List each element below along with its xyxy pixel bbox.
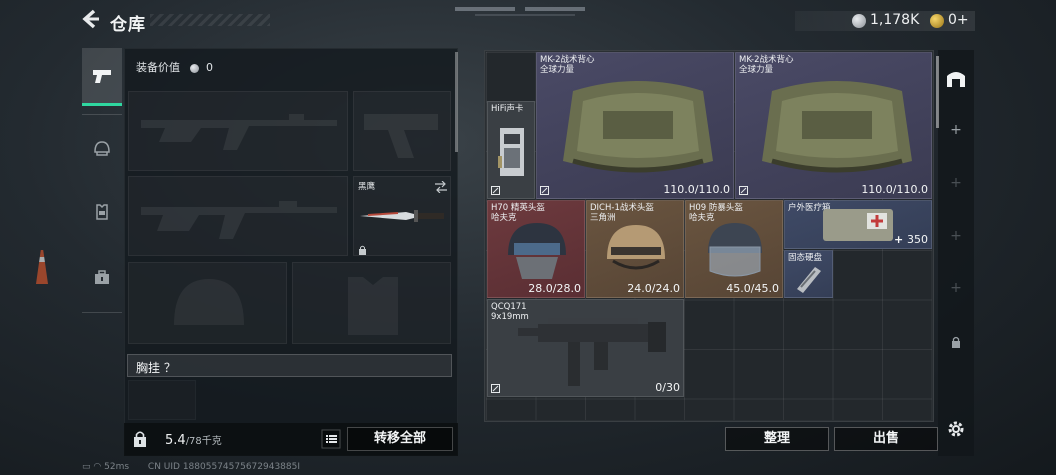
- weight-current: 5.4: [165, 433, 186, 448]
- silver-currency-value: 1,178K: [870, 12, 920, 28]
- add-storage-button[interactable]: +: [944, 276, 968, 300]
- page-title: 仓库: [110, 15, 146, 35]
- case-icon: [95, 270, 109, 284]
- tactical-vest-icon: [762, 81, 912, 173]
- item-corner-icon: [540, 186, 549, 195]
- melee-name: 黑鹰: [358, 182, 376, 192]
- rifle-silhouette-icon: [141, 114, 337, 150]
- tab-weapons[interactable]: [82, 48, 122, 106]
- helmet-icon: [607, 225, 665, 270]
- pistol-silhouette-icon: [364, 114, 438, 158]
- status-bar: ▭ ◠ 52ms CN UID 18805574575672943885I: [82, 462, 300, 472]
- transfer-all-button[interactable]: 转移全部: [347, 427, 453, 451]
- storage-item-smg[interactable]: QCQ171 9x19mm 0/30: [487, 299, 684, 397]
- storage-item-helmet[interactable]: H09 防暴头盔 哈夫克 45.0/45.0: [685, 200, 783, 298]
- battery-icon: ▭: [82, 462, 91, 472]
- locked-storage: [944, 330, 968, 354]
- combat-knife-icon: [360, 210, 444, 222]
- warehouse-icon: [947, 72, 965, 87]
- armor-slot[interactable]: [292, 262, 451, 344]
- storage-tab-main[interactable]: [944, 66, 968, 90]
- backpack-lock-icon: [134, 431, 146, 447]
- equipment-value-label: 装备价值: [136, 61, 180, 74]
- gear-icon: [948, 421, 964, 437]
- storage-item-helmet[interactable]: H70 精英头盔 哈夫克 28.0/28.0: [487, 200, 585, 298]
- helmet-icon: [508, 223, 566, 279]
- plus-icon: +: [950, 280, 962, 296]
- back-arrow-icon[interactable]: [80, 8, 102, 30]
- title-decoration: [150, 14, 270, 26]
- storage-item-medkit[interactable]: 户外医疗箱 + 350: [784, 200, 932, 249]
- rifle-silhouette-icon: [141, 201, 337, 239]
- secondary-weapon-slot[interactable]: [128, 176, 348, 256]
- plus-icon: +: [950, 122, 962, 138]
- gold-currency-value[interactable]: 0+: [948, 12, 969, 28]
- vest-icon: [96, 204, 108, 220]
- pistol-icon: [93, 69, 111, 83]
- silver-coin-icon: [852, 14, 866, 28]
- storage-item-ssd[interactable]: 固态硬盘: [784, 250, 833, 298]
- primary-weapon-slot[interactable]: [128, 91, 348, 171]
- storage-item-vest[interactable]: MK-2战术背心 全球力量 110.0/110.0: [735, 52, 932, 199]
- item-corner-icon: [491, 186, 500, 195]
- settings-button[interactable]: [944, 417, 968, 441]
- helmet-icon: [708, 223, 762, 277]
- network-latency: 52ms: [104, 462, 130, 472]
- storage-item-helmet[interactable]: DICH-1战术头盔 三角洲 24.0/24.0: [586, 200, 684, 298]
- equipment-value: 装备价值 0: [136, 59, 213, 75]
- sort-button[interactable]: 整理: [725, 427, 829, 451]
- item-corner-icon: [739, 186, 748, 195]
- sound-card-icon: [498, 128, 524, 176]
- storage-item-hifi[interactable]: HiFi声卡: [487, 101, 535, 199]
- plus-icon: +: [950, 228, 962, 244]
- melee-slot[interactable]: 黑鹰: [353, 176, 451, 256]
- smg-icon: [518, 318, 666, 386]
- plus-icon: +: [950, 175, 962, 191]
- user-uid: CN UID 18805574575672943885I: [147, 462, 301, 472]
- traffic-cone-decor: [36, 250, 48, 284]
- wifi-icon: ◠: [93, 462, 102, 472]
- armor-silhouette-icon: [348, 277, 398, 335]
- category-tabs: [82, 48, 122, 315]
- tab-helmet[interactable]: [82, 120, 122, 178]
- lock-icon: [952, 336, 960, 348]
- weight-max: /78千克: [185, 436, 222, 447]
- tab-backpack[interactable]: [82, 248, 122, 306]
- storage-item-vest[interactable]: MK-2战术背心 全球力量 110.0/110.0: [536, 52, 734, 199]
- gold-coin-icon: [930, 14, 944, 28]
- chest-rig-label: 胸挂 ？: [136, 361, 176, 375]
- add-storage-button[interactable]: +: [944, 118, 968, 142]
- ceiling-lights-decor: [455, 7, 585, 16]
- sidearm-slot[interactable]: [353, 91, 451, 171]
- medkit-count: + 350: [893, 233, 928, 246]
- sell-button[interactable]: 出售: [834, 427, 938, 451]
- helmet-icon: [94, 141, 110, 156]
- helmet-slot[interactable]: [128, 262, 287, 344]
- lock-icon: [359, 245, 366, 255]
- tab-vest[interactable]: [82, 183, 122, 241]
- chest-rig-section[interactable]: 胸挂 ？: [127, 354, 452, 377]
- equipment-scrollbar[interactable]: [455, 52, 458, 152]
- swap-icon[interactable]: [434, 181, 448, 193]
- carry-weight: 5.4/78千克: [165, 432, 222, 448]
- equipment-value-number: 0: [206, 61, 213, 74]
- storage-side-rail: [938, 50, 974, 456]
- chest-rig-slot[interactable]: [128, 380, 196, 420]
- item-corner-icon: [491, 384, 500, 393]
- helmet-silhouette-icon: [174, 279, 244, 325]
- list-view-icon[interactable]: [321, 429, 341, 449]
- medkit-icon: [823, 209, 893, 241]
- add-storage-button[interactable]: +: [944, 171, 968, 195]
- tactical-vest-icon: [563, 81, 713, 173]
- storage-scrollbar[interactable]: [936, 56, 939, 128]
- add-storage-button[interactable]: +: [944, 224, 968, 248]
- silver-coin-icon: [189, 63, 199, 73]
- ssd-icon: [797, 267, 821, 293]
